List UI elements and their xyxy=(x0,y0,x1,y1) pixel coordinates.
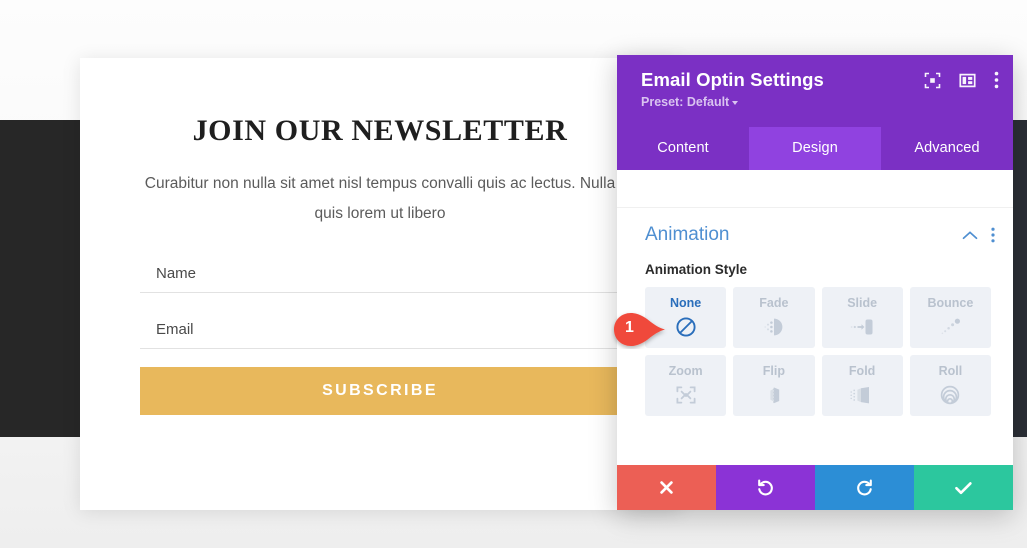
name-field-placeholder: Name xyxy=(156,264,197,282)
animation-option-label: Flip xyxy=(762,364,785,378)
undo-icon xyxy=(758,479,773,496)
more-options-icon[interactable] xyxy=(994,71,999,89)
tab-content[interactable]: Content xyxy=(617,127,749,170)
slide-icon xyxy=(849,315,875,339)
no-entry-icon xyxy=(675,315,697,339)
layout-icon[interactable] xyxy=(959,72,976,89)
chevron-down-icon xyxy=(732,100,739,105)
chevron-up-icon[interactable] xyxy=(962,230,978,241)
panel-body-divider xyxy=(617,170,1013,208)
email-optin-settings-panel: Email Optin Settings Preset: Default Con… xyxy=(617,55,1013,510)
preset-label: Preset: Default xyxy=(641,95,730,109)
name-field[interactable]: Name xyxy=(140,259,620,293)
tab-advanced[interactable]: Advanced xyxy=(881,127,1013,170)
cancel-button[interactable] xyxy=(617,465,716,510)
zoom-icon xyxy=(674,383,698,407)
animation-option-flip[interactable]: Flip xyxy=(733,355,815,416)
close-icon xyxy=(660,481,673,494)
email-field-placeholder: Email xyxy=(156,320,194,338)
subscribe-button[interactable]: SUBSCRIBE xyxy=(140,366,620,415)
callout-marker-1: 1 xyxy=(611,310,673,349)
bounce-icon xyxy=(937,315,963,339)
animation-section-header: Animation xyxy=(617,208,1013,246)
email-optin-content: JOIN OUR NEWSLETTER Curabitur non nulla … xyxy=(80,58,680,415)
animation-option-label: Roll xyxy=(938,364,963,378)
fade-icon xyxy=(762,315,786,339)
redo-button[interactable] xyxy=(815,465,914,510)
panel-tabs: Content Design Advanced xyxy=(617,127,1013,170)
undo-button[interactable] xyxy=(716,465,815,510)
animation-style-label: Animation Style xyxy=(645,262,748,277)
animation-section-actions xyxy=(962,227,995,243)
animation-option-label: Fold xyxy=(848,364,876,378)
panel-header-icons xyxy=(924,71,999,89)
animation-option-label: None xyxy=(670,296,702,310)
callout-pin-shape xyxy=(614,313,665,346)
roll-icon xyxy=(938,383,962,407)
fold-icon xyxy=(849,383,875,407)
animation-option-fold[interactable]: Fold xyxy=(821,355,903,416)
panel-footer xyxy=(617,465,1013,510)
optin-title: JOIN OUR NEWSLETTER xyxy=(192,114,568,147)
check-icon xyxy=(955,481,972,494)
panel-scrollbar[interactable] xyxy=(1009,170,1013,465)
animation-option-roll[interactable]: Roll xyxy=(909,355,991,416)
animation-option-label: Slide xyxy=(847,296,878,310)
animation-option-slide[interactable]: Slide xyxy=(821,287,903,348)
animation-option-label: Bounce xyxy=(927,296,974,310)
more-options-icon[interactable] xyxy=(991,227,995,243)
tab-design[interactable]: Design xyxy=(749,127,881,170)
animation-option-label: Zoom xyxy=(668,364,703,378)
save-button[interactable] xyxy=(914,465,1013,510)
animation-option-bounce[interactable]: Bounce xyxy=(909,287,991,348)
flip-icon xyxy=(762,383,786,407)
preset-dropdown[interactable]: Preset: Default xyxy=(641,95,739,109)
email-optin-card: JOIN OUR NEWSLETTER Curabitur non nulla … xyxy=(80,58,680,510)
focus-icon[interactable] xyxy=(924,72,941,89)
animation-option-label: Fade xyxy=(759,296,789,310)
animation-option-fade[interactable]: Fade xyxy=(733,287,815,348)
panel-header: Email Optin Settings Preset: Default xyxy=(617,55,1013,127)
screenshot-root: JOIN OUR NEWSLETTER Curabitur non nulla … xyxy=(0,0,1027,548)
panel-body: Animation Animation Style None Fade Slid… xyxy=(617,170,1013,465)
animation-option-zoom[interactable]: Zoom xyxy=(645,355,727,416)
redo-icon xyxy=(857,479,872,496)
animation-section-title: Animation xyxy=(645,224,730,245)
optin-subtitle: Curabitur non nulla sit amet nisl tempus… xyxy=(144,174,616,222)
animation-style-grid: None Fade Slide Bounce Zoom Flip Fold Ro… xyxy=(617,277,1013,416)
email-field[interactable]: Email xyxy=(140,315,620,349)
